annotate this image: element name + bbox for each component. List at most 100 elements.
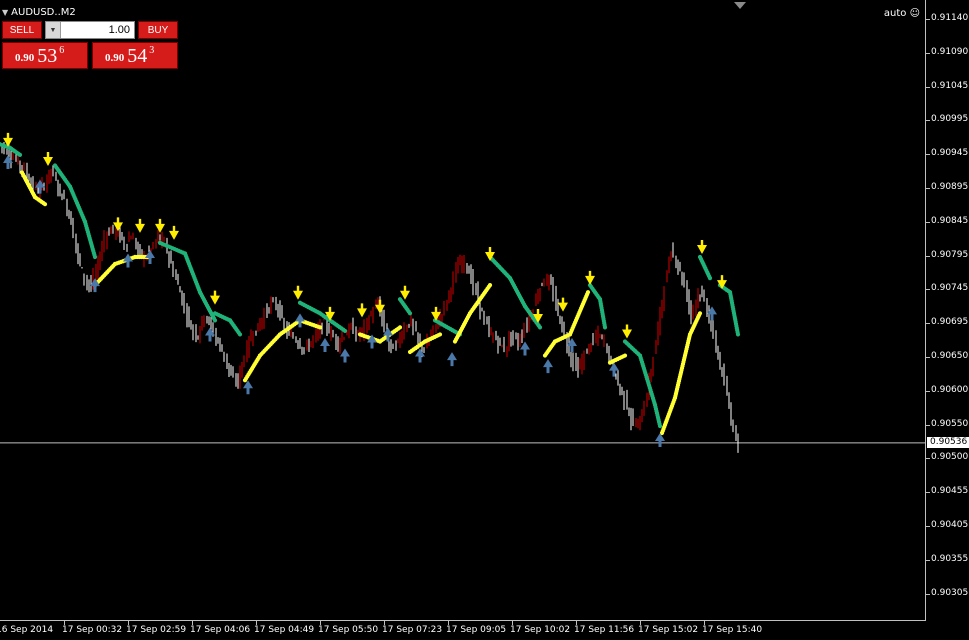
trend-up-dot <box>622 353 628 358</box>
price-tick-label: 0.91090 <box>931 46 969 57</box>
time-tick-mark <box>256 621 257 625</box>
price-tick-mark <box>926 458 930 460</box>
one-click-trading-panel: SELL ▼ 1.00 BUY 0.90 53 6 0.90 54 3 <box>2 21 178 69</box>
trend-down-dot <box>537 325 543 330</box>
smiley-icon: ☺ <box>909 8 920 19</box>
time-tick-mark <box>512 621 513 625</box>
lot-size-input[interactable]: 1.00 <box>61 24 134 36</box>
trend-down-dot <box>342 328 348 334</box>
price-tick-mark <box>926 390 930 392</box>
price-tick-label: 0.90600 <box>931 384 969 395</box>
buy-signal-arrow-icon <box>123 253 133 268</box>
time-tick-label: 17 Sep 00:32 <box>62 625 123 635</box>
buy-price-pip: 3 <box>149 45 155 56</box>
price-tick-mark <box>926 593 930 595</box>
price-tick-mark <box>926 559 930 561</box>
trend-down-dot <box>407 311 413 316</box>
trend-up-dot <box>697 311 703 316</box>
price-tick-label: 0.90745 <box>931 283 969 294</box>
price-tick-label: 0.90550 <box>931 418 969 429</box>
price-tick-label: 0.90795 <box>931 249 969 260</box>
price-tick-mark <box>926 357 930 358</box>
trend-up-dot <box>487 283 493 288</box>
chart-shift-marker-icon[interactable] <box>734 2 746 9</box>
buy-signal-arrow-icon <box>145 249 155 264</box>
price-tick-label: 0.90945 <box>931 148 969 159</box>
time-tick-mark <box>640 621 641 625</box>
buy-button[interactable]: BUY <box>138 21 178 39</box>
auto-scroll-indicator[interactable]: auto ☺ <box>884 8 920 19</box>
sell-signal-arrow-icon <box>43 151 53 166</box>
time-tick-label: 17 Sep 04:49 <box>254 625 315 635</box>
sell-signal-arrow-icon <box>135 218 145 233</box>
price-tick-label: 0.90405 <box>931 520 969 530</box>
price-tick-label: 0.90995 <box>931 114 969 125</box>
trend-down-dot <box>17 152 23 157</box>
time-tick-label: 17 Sep 09:05 <box>446 625 507 635</box>
trend-up-dot <box>397 325 403 330</box>
trend-down-dot <box>735 332 741 337</box>
price-tick-mark <box>926 255 930 257</box>
chart-window[interactable]: ▼ AUDUSD..M2 auto ☺ SELL ▼ 1.00 BUY 0.90… <box>0 0 969 640</box>
time-tick-mark <box>704 621 705 625</box>
lot-decrease-icon[interactable]: ▼ <box>46 22 61 38</box>
sell-signal-arrow-icon <box>210 290 220 305</box>
sell-price-main: 53 <box>37 45 58 67</box>
price-tick-mark <box>926 52 930 54</box>
time-tick-mark <box>320 621 321 625</box>
price-tick-label: 0.90355 <box>931 553 969 564</box>
sell-price-prefix: 0.90 <box>15 52 35 64</box>
sell-price-pip: 6 <box>59 45 65 56</box>
price-tick-mark <box>926 289 930 291</box>
trend-down-dot <box>92 254 98 260</box>
lot-size-field[interactable]: ▼ 1.00 <box>45 21 135 39</box>
sell-signal-arrow-icon <box>558 297 568 312</box>
time-tick-mark <box>128 621 129 625</box>
price-tick-label: 0.90500 <box>931 452 969 463</box>
price-tick-label: 0.90305 <box>931 587 969 598</box>
time-tick-label: 17 Sep 11:56 <box>574 625 635 635</box>
price-tick-mark <box>926 221 930 223</box>
price-tick-label: 0.90895 <box>931 182 969 192</box>
time-tick-label: 17 Sep 05:50 <box>318 625 379 635</box>
time-tick-label: 17 Sep 07:23 <box>382 625 443 635</box>
sell-signal-arrow-icon <box>293 285 303 300</box>
symbol-title[interactable]: ▼ AUDUSD..M2 <box>2 7 76 18</box>
time-tick-mark <box>384 621 385 625</box>
trend-down-dot <box>707 276 713 281</box>
buy-price-main: 54 <box>127 45 148 67</box>
sell-price-button[interactable]: 0.90 53 6 <box>2 42 88 69</box>
buy-signal-arrow-icon <box>295 313 305 328</box>
buy-signal-arrow-icon <box>543 359 553 374</box>
sell-button[interactable]: SELL <box>2 21 42 39</box>
time-tick-mark <box>576 621 577 625</box>
price-tick-mark <box>926 323 930 325</box>
price-tick-mark <box>926 154 930 156</box>
buy-signal-arrow-icon <box>340 348 350 363</box>
buy-price-button[interactable]: 0.90 54 3 <box>92 42 178 69</box>
current-price-label: 0.90536 <box>927 436 969 448</box>
price-tick-mark <box>926 188 930 189</box>
price-tick-label: 0.90695 <box>931 317 969 328</box>
price-tick-mark <box>926 120 930 122</box>
buy-signal-arrow-icon <box>35 179 45 194</box>
time-tick-label: 16 Sep 2014 <box>0 625 54 635</box>
price-tick-label: 0.90455 <box>931 486 969 497</box>
price-tick-label: 0.91045 <box>931 80 969 91</box>
buy-signal-arrow-icon <box>655 433 665 448</box>
sell-signal-arrow-icon <box>622 324 632 339</box>
trend-down-dot <box>602 325 608 330</box>
price-chart <box>0 132 926 453</box>
sell-signal-arrow-icon <box>169 225 179 240</box>
triangle-down-icon[interactable]: ▼ <box>2 8 8 17</box>
sell-signal-arrow-icon <box>697 239 707 254</box>
time-tick-label: 17 Sep 15:02 <box>638 625 699 635</box>
sell-signal-arrow-icon <box>585 270 595 285</box>
auto-label: auto <box>883 8 907 19</box>
time-tick-mark <box>192 621 193 625</box>
trend-down-dot <box>237 332 243 337</box>
buy-signal-arrow-icon <box>520 341 530 356</box>
price-tick-label: 0.90650 <box>931 351 969 361</box>
sell-signal-arrow-icon <box>357 303 367 318</box>
trend-up-dot <box>317 325 323 330</box>
